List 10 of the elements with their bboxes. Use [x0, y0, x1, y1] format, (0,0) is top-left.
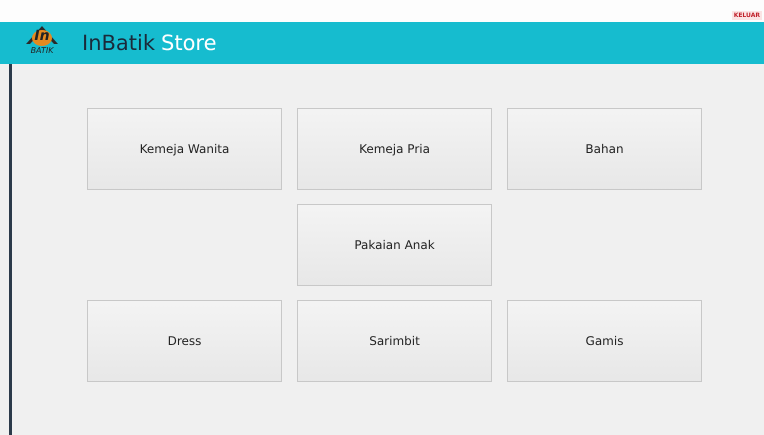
category-button[interactable]: Kemeja Wanita [87, 108, 282, 190]
logo: In BATIK [18, 23, 66, 63]
category-button[interactable]: Kemeja Pria [297, 108, 492, 190]
app-title-suffix: Store [161, 31, 217, 55]
app-title: InBatik [82, 31, 156, 55]
category-button[interactable]: Bahan [507, 108, 702, 190]
category-button[interactable]: Gamis [507, 300, 702, 382]
category-button[interactable]: Pakaian Anak [297, 204, 492, 286]
category-button[interactable]: Dress [87, 300, 282, 382]
category-button[interactable]: Sarimbit [297, 300, 492, 382]
